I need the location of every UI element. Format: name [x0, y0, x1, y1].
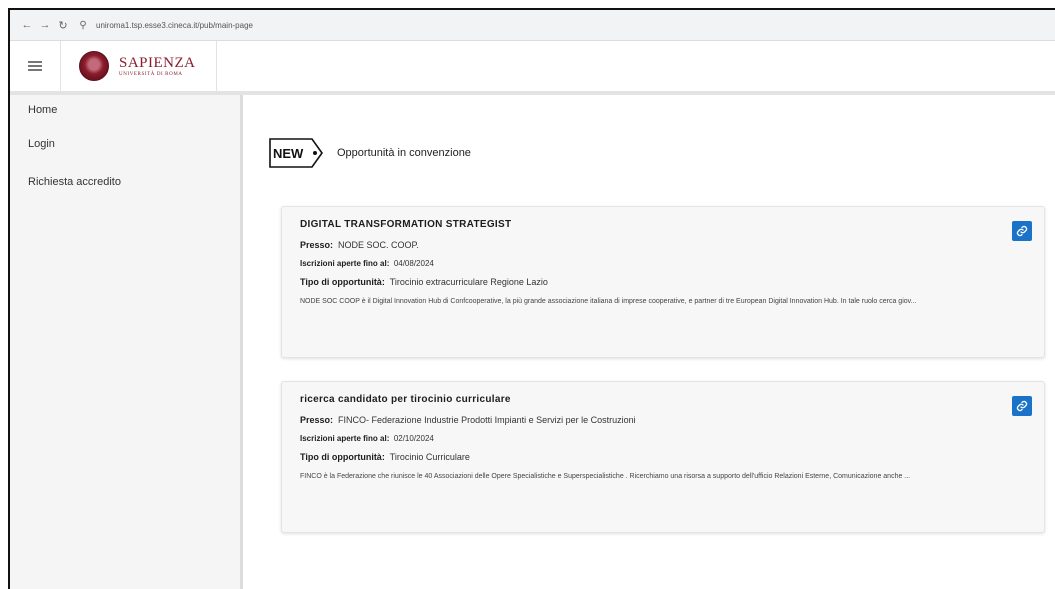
- tipo-value: Tirocinio Curriculare: [389, 452, 470, 462]
- sidebar-item-home[interactable]: Home: [10, 95, 240, 125]
- card-tipo: Tipo di opportunità: Tirocinio extracurr…: [300, 277, 1026, 287]
- back-arrow-icon[interactable]: ←: [18, 19, 36, 31]
- card-presso: Presso: FINCO- Federazione Industrie Pro…: [300, 415, 1026, 425]
- iscrizioni-value: 04/08/2024: [393, 259, 434, 268]
- address-bar[interactable]: uniroma1.tsp.esse3.cineca.it/pub/main-pa…: [96, 21, 253, 30]
- iscrizioni-label: Iscrizioni aperte fino al:: [300, 434, 390, 443]
- card-title[interactable]: ricerca candidato per tirocinio curricul…: [300, 394, 1026, 405]
- sidebar-item-login[interactable]: Login: [10, 125, 240, 163]
- opportunity-card: DIGITAL TRANSFORMATION STRATEGIST Presso…: [281, 206, 1045, 358]
- presso-label: Presso:: [300, 415, 334, 425]
- browser-window: ← → ↻ ⚲ uniroma1.tsp.esse3.cineca.it/pub…: [8, 8, 1055, 589]
- new-tag-icon: NEW: [269, 138, 323, 168]
- card-description: NODE SOC COOP è il Digital Innovation Hu…: [300, 298, 917, 305]
- link-icon: [1016, 400, 1028, 412]
- section-header: NEW Opportunità in convenzione: [269, 138, 471, 168]
- university-seal-icon: [79, 51, 109, 81]
- iscrizioni-value: 02/10/2024: [393, 434, 434, 443]
- card-presso: Presso: NODE SOC. COOP.: [300, 240, 1026, 250]
- browser-toolbar: ← → ↻ ⚲ uniroma1.tsp.esse3.cineca.it/pub…: [10, 10, 1055, 41]
- tipo-value: Tirocinio extracurriculare Regione Lazio: [389, 277, 548, 287]
- forward-arrow-icon[interactable]: →: [36, 19, 54, 31]
- open-link-button[interactable]: [1012, 396, 1032, 416]
- opportunity-card: ricerca candidato per tirocinio curricul…: [281, 381, 1045, 533]
- main-content: NEW Opportunità in convenzione DIGITAL T…: [243, 95, 1055, 589]
- sidebar: Home Login Richiesta accredito: [10, 95, 243, 589]
- tipo-label: Tipo di opportunità:: [300, 452, 385, 462]
- open-link-button[interactable]: [1012, 221, 1032, 241]
- link-icon: [1016, 225, 1028, 237]
- brand-subtitle: UNIVERSITÀ DI ROMA: [119, 71, 183, 77]
- reload-icon[interactable]: ↻: [54, 19, 72, 32]
- section-title: Opportunità in convenzione: [337, 147, 471, 159]
- presso-value: FINCO- Federazione Industrie Prodotti Im…: [338, 415, 636, 425]
- presso-label: Presso:: [300, 240, 334, 250]
- card-description: FINCO è la Federazione che riunisce le 4…: [300, 473, 911, 480]
- app-header: SAPIENZA UNIVERSITÀ DI ROMA: [10, 41, 1055, 95]
- new-badge: NEW: [269, 138, 323, 168]
- card-tipo: Tipo di opportunità: Tirocinio Curricula…: [300, 452, 1026, 462]
- card-title[interactable]: DIGITAL TRANSFORMATION STRATEGIST: [300, 219, 1026, 230]
- site-settings-icon[interactable]: ⚲: [74, 20, 92, 31]
- sidebar-item-richiesta-accredito[interactable]: Richiesta accredito: [10, 163, 240, 201]
- new-badge-label: NEW: [273, 146, 304, 161]
- brand-text: SAPIENZA UNIVERSITÀ DI ROMA: [119, 54, 196, 77]
- iscrizioni-label: Iscrizioni aperte fino al:: [300, 259, 390, 268]
- card-iscrizioni: Iscrizioni aperte fino al: 02/10/2024: [300, 434, 1026, 443]
- brand-logo[interactable]: SAPIENZA UNIVERSITÀ DI ROMA: [61, 41, 217, 91]
- card-iscrizioni: Iscrizioni aperte fino al: 04/08/2024: [300, 259, 1026, 268]
- menu-toggle-button[interactable]: [10, 41, 61, 91]
- tipo-label: Tipo di opportunità:: [300, 277, 385, 287]
- presso-value: NODE SOC. COOP.: [338, 240, 419, 250]
- hamburger-icon: [28, 65, 42, 67]
- brand-title: SAPIENZA: [119, 54, 196, 71]
